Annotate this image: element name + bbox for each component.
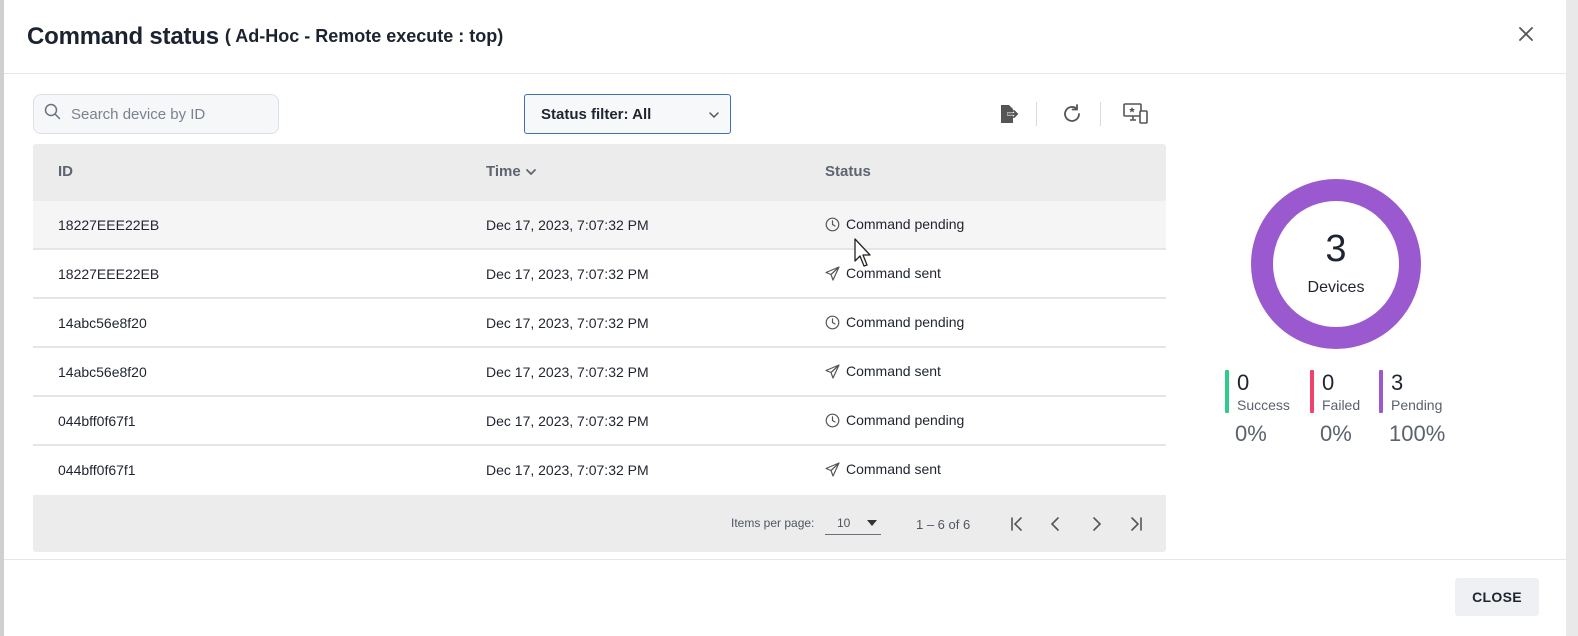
devices-donut-chart: 3 Devices <box>1248 176 1424 352</box>
clock-icon <box>825 413 840 427</box>
cell-time: Dec 17, 2023, 7:07:32 PM <box>486 462 649 478</box>
dialog-title: Command status <box>27 22 219 50</box>
toolbar-divider <box>1036 102 1037 126</box>
toolbar: Status filter: All <box>33 94 1166 134</box>
table-row[interactable]: 18227EEE22EB Dec 17, 2023, 7:07:32 PM Co… <box>33 250 1166 299</box>
send-icon <box>825 363 840 379</box>
last-page-icon <box>1131 517 1142 531</box>
chevron-right-icon <box>1093 517 1102 531</box>
cell-status: Command pending <box>825 314 964 330</box>
chevron-down-icon <box>708 108 720 126</box>
stat-label: Failed <box>1322 397 1361 413</box>
search-input[interactable] <box>71 105 261 123</box>
donut-center: 3 Devices <box>1248 176 1424 352</box>
status-text: Command sent <box>846 461 941 477</box>
clock-icon <box>825 217 840 231</box>
device-screen-icon[interactable] <box>1122 100 1150 128</box>
table-row[interactable]: 044bff0f67f1 Dec 17, 2023, 7:07:32 PM Co… <box>33 446 1166 495</box>
stat-value: 0 <box>1237 370 1250 395</box>
cell-id: 044bff0f67f1 <box>58 462 136 478</box>
first-page-icon <box>1011 517 1022 531</box>
status-text: Command pending <box>846 314 965 330</box>
backdrop-right <box>1566 0 1578 636</box>
column-header-status[interactable]: Status <box>825 163 871 180</box>
stat-percent: 0% <box>1235 421 1267 446</box>
sort-arrow-icon <box>525 168 536 175</box>
search-box <box>33 94 279 134</box>
cell-id: 14abc56e8f20 <box>58 315 147 331</box>
items-per-page-label: Items per page: <box>731 516 815 530</box>
dialog-footer: CLOSE <box>4 559 1566 636</box>
column-header-time[interactable]: Time <box>486 163 537 180</box>
command-status-dialog: Command status ( Ad-Hoc - Remote execute… <box>4 0 1566 636</box>
stat-bar <box>1379 370 1383 413</box>
previous-page-button[interactable] <box>1043 511 1069 537</box>
cell-id: 14abc56e8f20 <box>58 364 147 380</box>
stat-label: Pending <box>1391 397 1443 413</box>
first-page-button[interactable] <box>1004 511 1030 537</box>
cell-time: Dec 17, 2023, 7:07:32 PM <box>486 217 649 233</box>
mouse-cursor-icon <box>854 238 874 273</box>
send-icon <box>825 265 840 281</box>
stat-value: 0 <box>1322 370 1335 395</box>
table-header: ID Time Status <box>33 144 1166 201</box>
device-total-label: Devices <box>1307 279 1365 296</box>
stat-value: 3 <box>1391 370 1404 395</box>
cell-time: Dec 17, 2023, 7:07:32 PM <box>486 315 649 331</box>
stat-label: Success <box>1237 397 1290 413</box>
last-page-button[interactable] <box>1123 511 1149 537</box>
status-text: Command pending <box>846 216 965 232</box>
table-row[interactable]: 14abc56e8f20 Dec 17, 2023, 7:07:32 PM Co… <box>33 348 1166 397</box>
stat-percent: 100% <box>1389 421 1446 446</box>
cell-status: Command sent <box>825 461 941 477</box>
device-total: 3 <box>1325 228 1347 270</box>
caret-down-icon <box>867 520 877 526</box>
toolbar-divider <box>1100 102 1101 126</box>
page-range-label: 1 – 6 of 6 <box>916 517 971 532</box>
table-row[interactable]: 18227EEE22EB Dec 17, 2023, 7:07:32 PM Co… <box>33 201 1166 250</box>
table-row[interactable]: 14abc56e8f20 Dec 17, 2023, 7:07:32 PM Co… <box>33 299 1166 348</box>
cell-time: Dec 17, 2023, 7:07:32 PM <box>486 364 649 380</box>
cell-status: Command sent <box>825 363 941 379</box>
cell-id: 044bff0f67f1 <box>58 413 136 429</box>
stat-percent: 0% <box>1320 421 1352 446</box>
status-text: Command pending <box>846 412 965 428</box>
export-icon[interactable] <box>994 100 1022 128</box>
close-icon[interactable] <box>1516 24 1536 44</box>
stat-bar <box>1310 370 1314 413</box>
clock-icon <box>825 315 840 329</box>
cell-status: Command pending <box>825 216 964 232</box>
dialog-header: Command status ( Ad-Hoc - Remote execute… <box>4 0 1566 74</box>
cell-time: Dec 17, 2023, 7:07:32 PM <box>486 266 649 282</box>
status-filter-select[interactable]: Status filter: All <box>524 94 731 134</box>
cell-id: 18227EEE22EB <box>58 266 160 282</box>
send-icon <box>825 461 840 477</box>
chevron-left-icon <box>1050 517 1059 531</box>
cell-time: Dec 17, 2023, 7:07:32 PM <box>486 413 649 429</box>
cell-status: Command sent <box>825 265 941 281</box>
stat-bar <box>1225 370 1229 413</box>
items-per-page-select[interactable]: 10 <box>825 511 881 535</box>
status-filter-label: Status filter: All <box>541 105 652 123</box>
items-per-page-value: 10 <box>837 515 851 530</box>
cell-status: Command pending <box>825 412 964 428</box>
paginator: Items per page: 10 1 – 6 of 6 <box>33 495 1166 552</box>
column-header-id[interactable]: ID <box>58 163 73 180</box>
device-status-table: ID Time Status 18227EEE22EB Dec 17, 2023… <box>33 144 1166 552</box>
close-button[interactable]: CLOSE <box>1455 578 1539 616</box>
table-row[interactable]: 044bff0f67f1 Dec 17, 2023, 7:07:32 PM Co… <box>33 397 1166 446</box>
cell-id: 18227EEE22EB <box>58 217 160 233</box>
search-icon <box>44 103 61 125</box>
dialog-subtitle: ( Ad-Hoc - Remote execute : top) <box>224 26 504 46</box>
column-header-time-label: Time <box>486 163 521 180</box>
next-page-button[interactable] <box>1083 511 1109 537</box>
refresh-icon[interactable] <box>1058 100 1086 128</box>
status-text: Command sent <box>846 363 941 379</box>
